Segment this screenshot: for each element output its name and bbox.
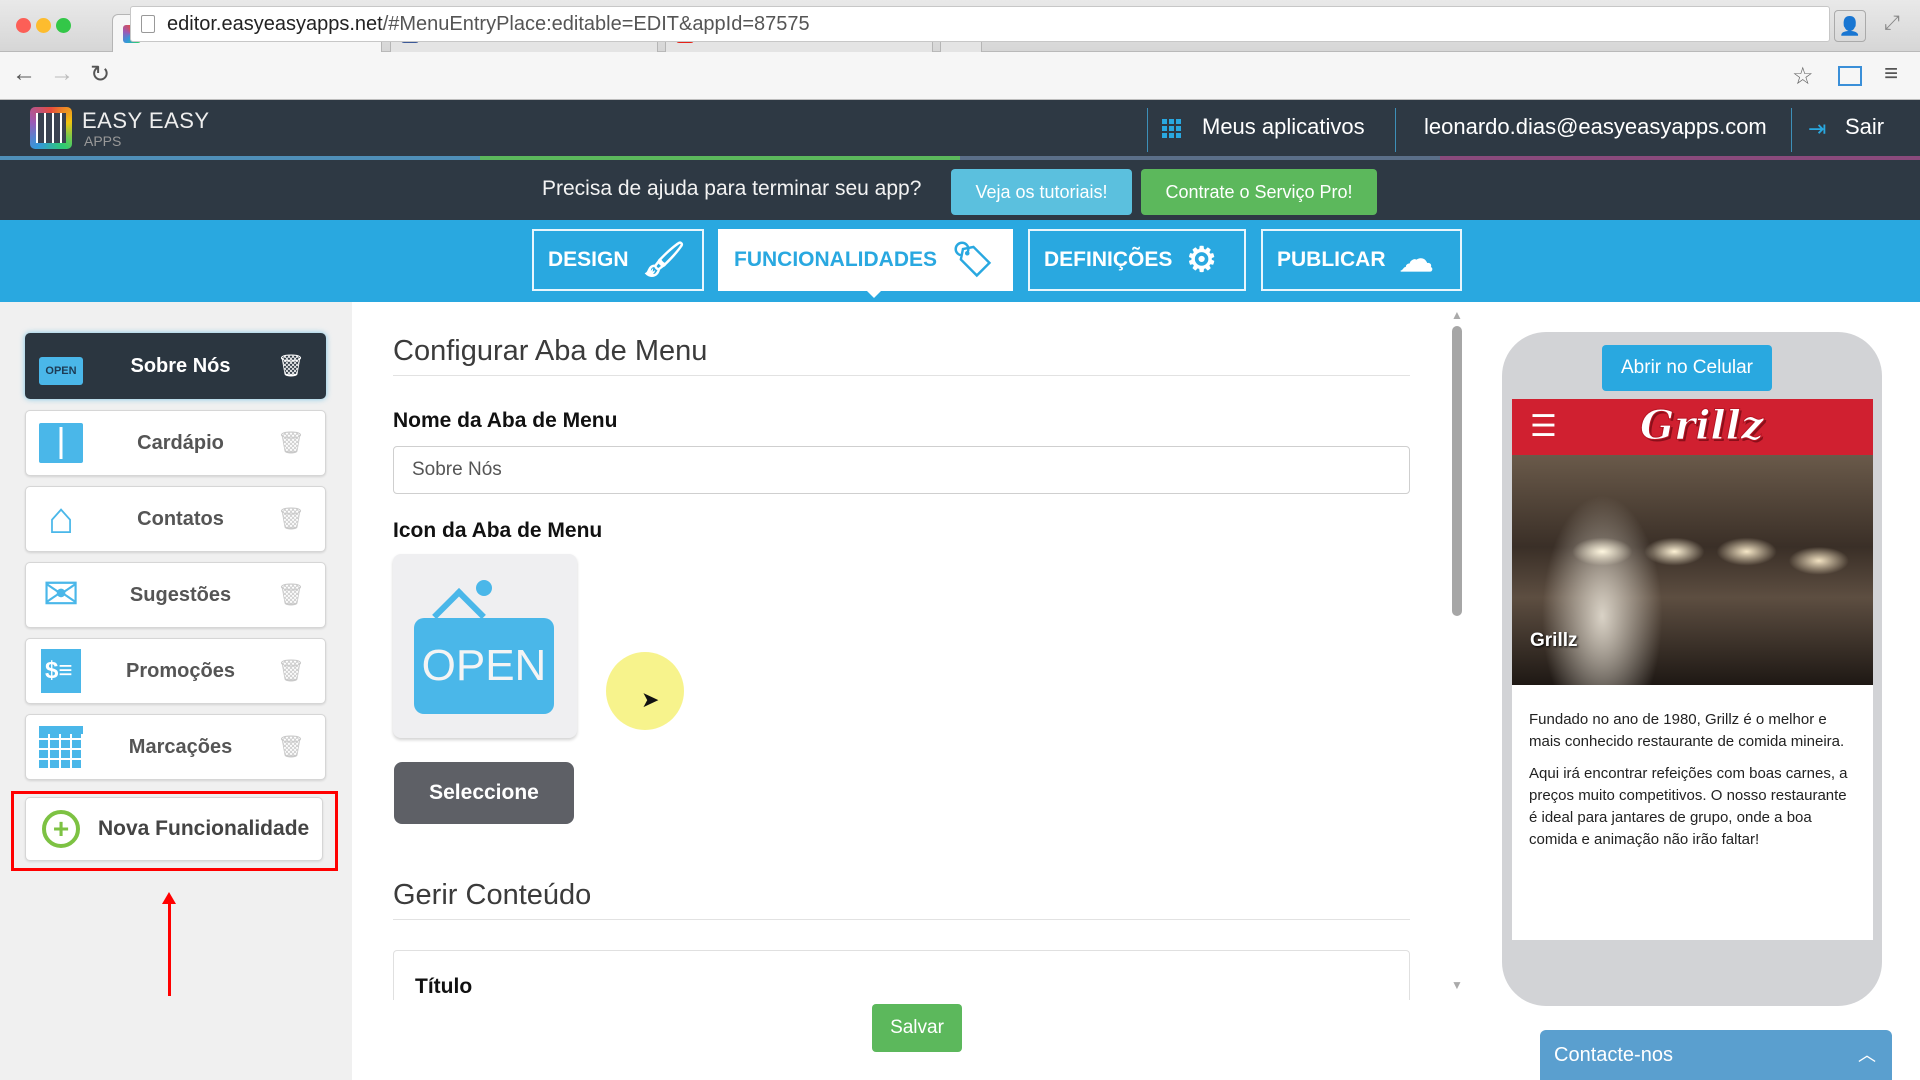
tab-label: FUNCIONALIDADES [734, 248, 937, 271]
save-button[interactable]: Salvar [872, 1004, 962, 1052]
brand-subtitle: APPS [84, 133, 122, 149]
trash-icon[interactable]: 🗑 [277, 506, 305, 532]
sidebar-item-label: Cardápio [137, 431, 224, 454]
preview-paragraph: Aqui irá encontrar refeições com boas ca… [1529, 765, 1848, 848]
header-divider [1791, 108, 1792, 152]
logout-link[interactable]: Sair [1845, 114, 1884, 140]
open-on-phone-button[interactable]: Abrir no Celular [1602, 345, 1772, 391]
brush-icon: 🖌 [642, 241, 686, 279]
sidebar-item-label: Promoções [126, 659, 235, 682]
sidebar-item-cardapio[interactable]: Cardápio 🗑 [25, 410, 326, 476]
sidebar-item-label: Sobre Nós [130, 354, 231, 377]
my-apps-link[interactable]: Meus aplicativos [1202, 114, 1365, 140]
logout-icon: ⇥ [1808, 116, 1827, 141]
manage-content-title: Gerir Conteúdo [393, 879, 592, 911]
open-sign-icon: OPEN [414, 618, 554, 714]
tab-funcionalidades[interactable]: FUNCIONALIDADES 🏷 [718, 229, 1013, 291]
help-text: Precisa de ajuda para terminar seu app? [542, 177, 922, 200]
mouse-cursor-icon: ➤ [641, 687, 660, 712]
sidebar-item-promocoes[interactable]: $≡ Promoções 🗑 [25, 638, 326, 704]
sign-hook [476, 580, 492, 596]
calendar-icon [38, 724, 84, 770]
tab-label: DESIGN [548, 248, 629, 271]
apps-grid-icon [1162, 118, 1182, 138]
sidebar-item-label: Sugestões [129, 583, 232, 606]
tab-publicar[interactable]: PUBLICAR ☁ [1261, 229, 1462, 291]
arrow-annotation [168, 900, 171, 996]
menu-name-label: Nome da Aba de Menu [393, 409, 618, 432]
house-icon: ⌂ [47, 494, 75, 543]
tutorials-button[interactable]: Veja os tutoriais! [951, 169, 1132, 215]
menu-icon[interactable]: ≡ [1884, 60, 1898, 88]
gear-icon: ⚙ [1186, 241, 1217, 279]
select-icon-button[interactable]: Seleccione [394, 762, 574, 824]
tab-label: PUBLICAR [1277, 248, 1386, 271]
url-host: editor.easyeasyapps.net [167, 13, 383, 35]
easyeasyapps-logo-icon[interactable] [30, 107, 72, 149]
divider [393, 375, 1410, 376]
fullscreen-icon[interactable]: ⤢ [1884, 12, 1900, 35]
forward-icon[interactable]: → [50, 60, 74, 88]
config-title: Configurar Aba de Menu [393, 335, 708, 367]
trash-icon[interactable]: 🗑 [277, 430, 305, 456]
contact-us-widget[interactable]: Contacte-nos ︿ [1540, 1030, 1892, 1080]
preview-body-text: Fundado no ano de 1980, Grillz é o melho… [1512, 685, 1873, 940]
book-icon [38, 420, 84, 466]
window-close-button[interactable] [16, 18, 31, 33]
grillz-logo: Grillz [1640, 402, 1765, 450]
profile-icon[interactable]: 👤 [1834, 10, 1866, 42]
header-divider [1147, 108, 1148, 152]
sidebar-item-sobre-nos[interactable]: OPEN Sobre Nós 🗑 [25, 333, 326, 399]
menu-icon-label: Icon da Aba de Menu [393, 519, 603, 542]
content-card [393, 950, 1410, 1000]
bookmark-star-icon[interactable]: ☆ [1792, 62, 1814, 91]
highlight-box-annotation [11, 791, 338, 871]
sidebar-item-sugestoes[interactable]: ✉ Sugestões 🗑 [25, 562, 326, 628]
tab-design[interactable]: DESIGN 🖌 [532, 229, 704, 291]
user-email[interactable]: leonardo.dias@easyeasyapps.com [1424, 114, 1767, 140]
brand-name: EASY EASY [82, 108, 210, 133]
trash-icon[interactable]: 🗑 [277, 582, 305, 608]
sidebar-item-label: Contatos [137, 507, 224, 530]
scroll-up-arrow[interactable]: ▲ [1451, 308, 1463, 322]
scroll-down-arrow[interactable]: ▼ [1451, 978, 1463, 992]
page-icon [141, 15, 155, 33]
header-divider [1395, 108, 1396, 152]
sidebar-item-label: Marcações [128, 735, 233, 758]
reload-icon[interactable]: ↻ [90, 60, 110, 89]
tab-definicoes[interactable]: DEFINIÇÕES ⚙ [1028, 229, 1246, 291]
url-path: /#MenuEntryPlace:editable=EDIT&appId=875… [382, 13, 810, 35]
open-sign-icon: OPEN [38, 343, 84, 389]
browser-toolbar [0, 52, 1920, 100]
menu-name-input[interactable] [393, 446, 1410, 494]
photo-caption: Grillz [1530, 630, 1578, 651]
menu-icon-preview: OPEN [393, 554, 577, 738]
receipt-icon: $≡ [38, 648, 84, 694]
sidebar-item-marcacoes[interactable]: Marcações 🗑 [25, 714, 326, 780]
divider [393, 919, 1410, 920]
hamburger-menu-icon[interactable]: ☰ [1530, 412, 1557, 442]
envelope-icon: ✉ [42, 570, 80, 619]
active-tab-caret [866, 290, 882, 298]
chevron-up-icon[interactable]: ︿ [1858, 1030, 1876, 1080]
scrollbar-thumb[interactable] [1452, 326, 1462, 616]
preview-paragraph: Fundado no ano de 1980, Grillz é o melho… [1529, 711, 1845, 750]
contact-us-label: Contacte-nos [1554, 1044, 1673, 1066]
sidebar-item-contatos[interactable]: ⌂ Contatos 🗑 [25, 486, 326, 552]
pro-service-button[interactable]: Contrate o Serviço Pro! [1141, 169, 1377, 215]
address-bar[interactable]: editor.easyeasyapps.net/#MenuEntryPlace:… [130, 6, 1830, 42]
trash-icon[interactable]: 🗑 [277, 658, 305, 684]
trash-icon[interactable]: 🗑 [277, 734, 305, 760]
cast-icon[interactable] [1838, 66, 1862, 86]
trash-icon[interactable]: 🗑 [277, 353, 305, 379]
window-minimize-button[interactable] [36, 18, 51, 33]
back-icon[interactable]: ← [12, 60, 36, 88]
window-zoom-button[interactable] [56, 18, 71, 33]
tab-label: DEFINIÇÕES [1044, 248, 1173, 271]
tags-icon: 🏷 [951, 241, 995, 279]
cloud-upload-icon: ☁ [1399, 241, 1434, 279]
title-field-label: Título [415, 975, 473, 998]
